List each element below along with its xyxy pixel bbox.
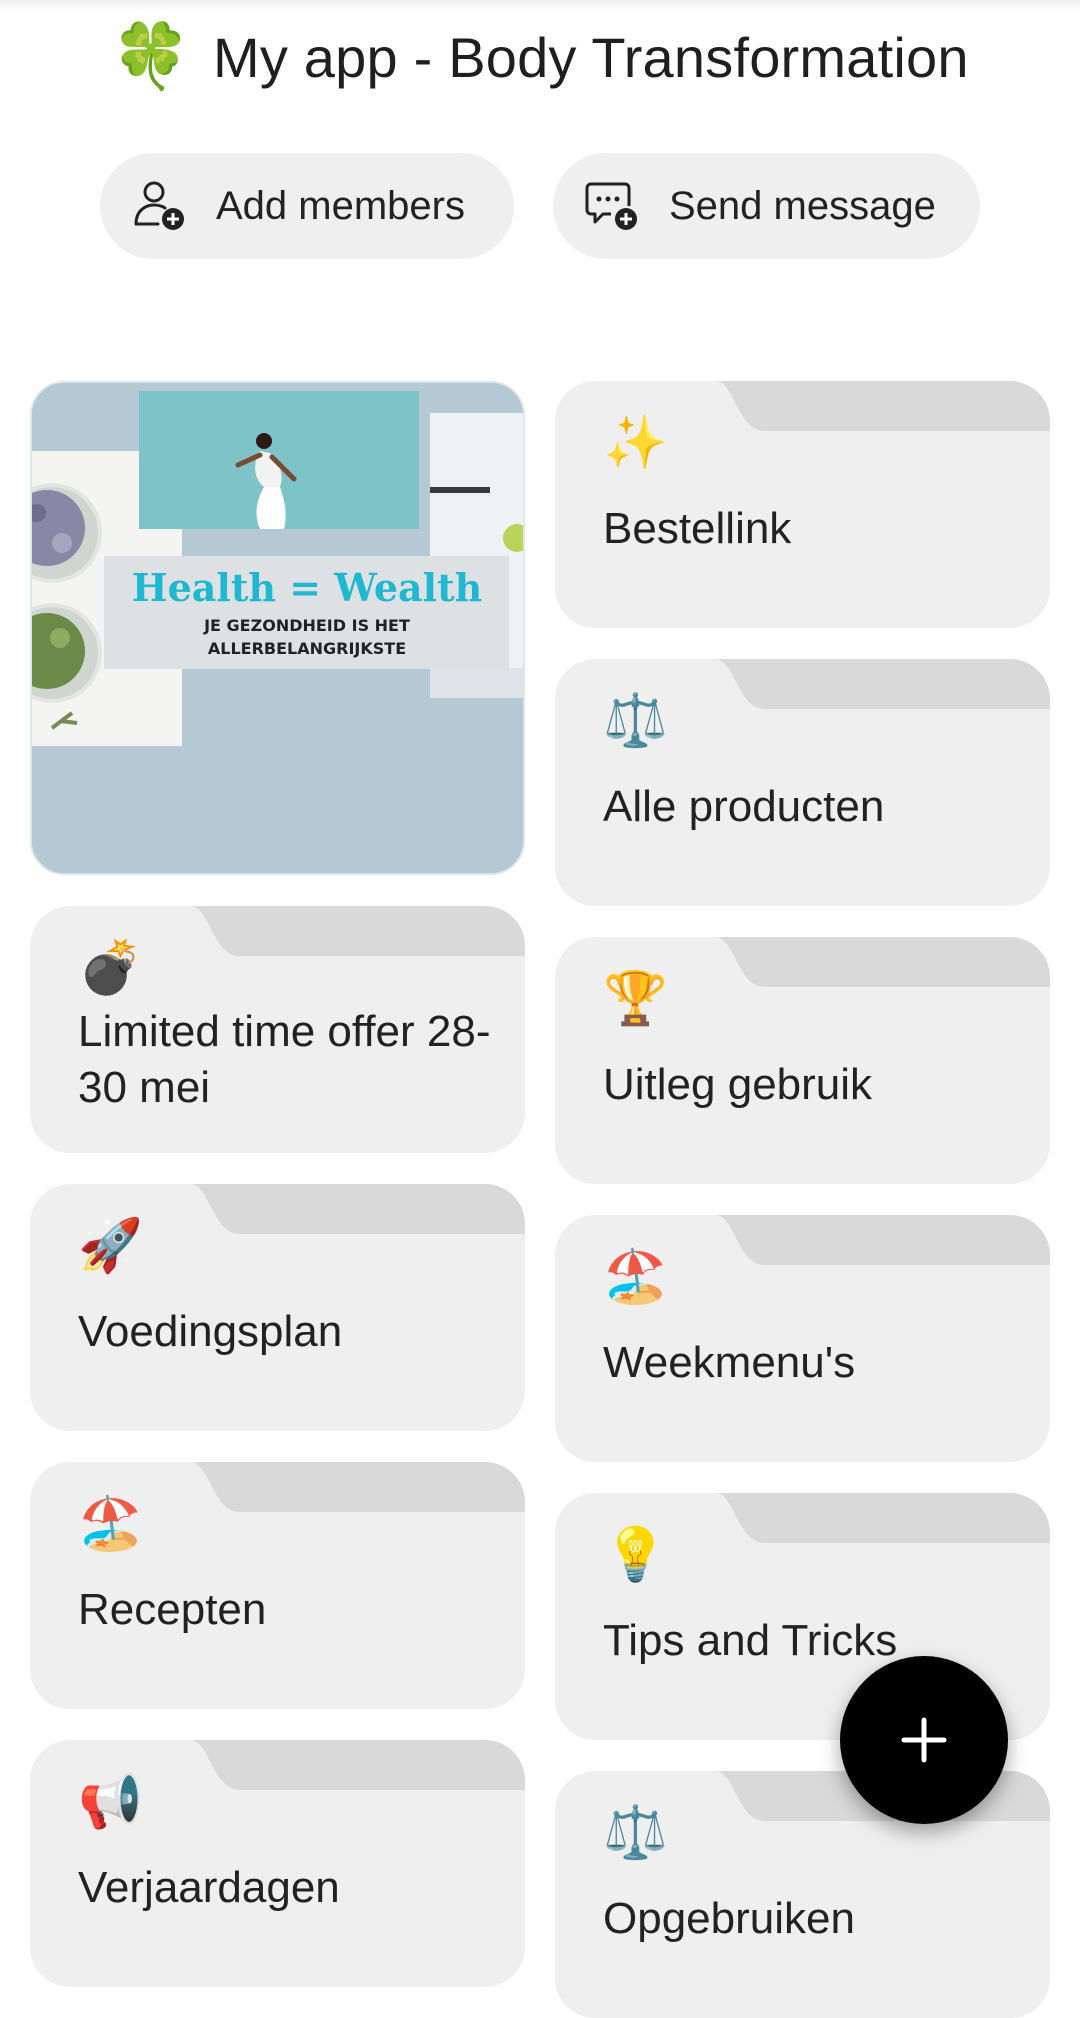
chat-plus-icon — [585, 182, 637, 230]
tile-label: Voedingsplan — [78, 1307, 343, 1356]
tile-voedingsplan[interactable]: 🚀 Voedingsplan — [30, 1184, 525, 1431]
scales-icon: ⚖️ — [603, 1803, 668, 1863]
add-members-label: Add members — [216, 183, 465, 228]
tile-recepten[interactable]: 🏖️ Recepten — [30, 1462, 525, 1709]
scales-icon: ⚖️ — [603, 691, 668, 751]
add-members-button[interactable]: Add members — [100, 153, 514, 259]
beach-umbrella-icon: 🏖️ — [78, 1494, 143, 1554]
tile-limited-offer[interactable]: 💣 Limited time offer 28-30 mei — [30, 906, 525, 1153]
tile-label: Weekmenu's — [603, 1338, 856, 1387]
app-title: My app - Body Transformation — [212, 25, 969, 89]
plus-icon — [901, 1717, 947, 1763]
tile-uitleg-gebruik[interactable]: 🏆 Uitleg gebruik — [555, 937, 1050, 1184]
tile-label: Opgebruiken — [603, 1894, 855, 1943]
tile-weekmenus[interactable]: 🏖️ Weekmenu's — [555, 1215, 1050, 1462]
tile-alle-producten[interactable]: ⚖️ Alle producten — [555, 659, 1050, 906]
banner-headline: Health = Wealth — [132, 565, 483, 610]
send-message-label: Send message — [669, 183, 936, 228]
megaphone-icon: 📢 — [78, 1772, 143, 1832]
clover-icon: 🍀 — [111, 20, 191, 94]
tile-opgebruiken[interactable]: ⚖️ Opgebruiken — [555, 1771, 1050, 2018]
banner-subline-1: JE GEZONDHEID IS HET — [203, 616, 410, 635]
tile-label: Limited time offer 28-30 mei — [78, 1007, 491, 1112]
add-person-icon — [134, 181, 184, 230]
tile-label: Tips and Tricks — [603, 1616, 898, 1665]
tile-label: Verjaardagen — [78, 1863, 340, 1912]
health-wealth-banner: Health = Wealth JE GEZONDHEID IS HET ALL… — [32, 383, 523, 873]
featured-image-card[interactable]: Health = Wealth JE GEZONDHEID IS HET ALL… — [30, 381, 525, 875]
tile-verjaardagen[interactable]: 📢 Verjaardagen — [30, 1740, 525, 1987]
rocket-icon: 🚀 — [78, 1216, 143, 1276]
bomb-icon: 💣 — [78, 938, 143, 998]
tile-label: Bestellink — [603, 504, 792, 553]
trophy-icon: 🏆 — [603, 969, 668, 1029]
tile-label: Recepten — [78, 1585, 267, 1634]
tile-bestellink[interactable]: ✨ Bestellink — [555, 381, 1050, 628]
add-fab-button[interactable] — [840, 1656, 1008, 1824]
send-message-button[interactable]: Send message — [553, 153, 980, 259]
beach-umbrella-icon: 🏖️ — [603, 1247, 668, 1307]
tile-label: Uitleg gebruik — [603, 1060, 873, 1109]
sparkles-icon: ✨ — [603, 413, 668, 473]
banner-subline-2: ALLERBELANGRIJKSTE — [208, 639, 406, 658]
tile-label: Alle producten — [603, 782, 885, 831]
status-bar-shadow — [0, 0, 1080, 10]
lightbulb-icon: 💡 — [603, 1525, 668, 1585]
page-title: 🍀 My app - Body Transformation — [0, 22, 1080, 92]
